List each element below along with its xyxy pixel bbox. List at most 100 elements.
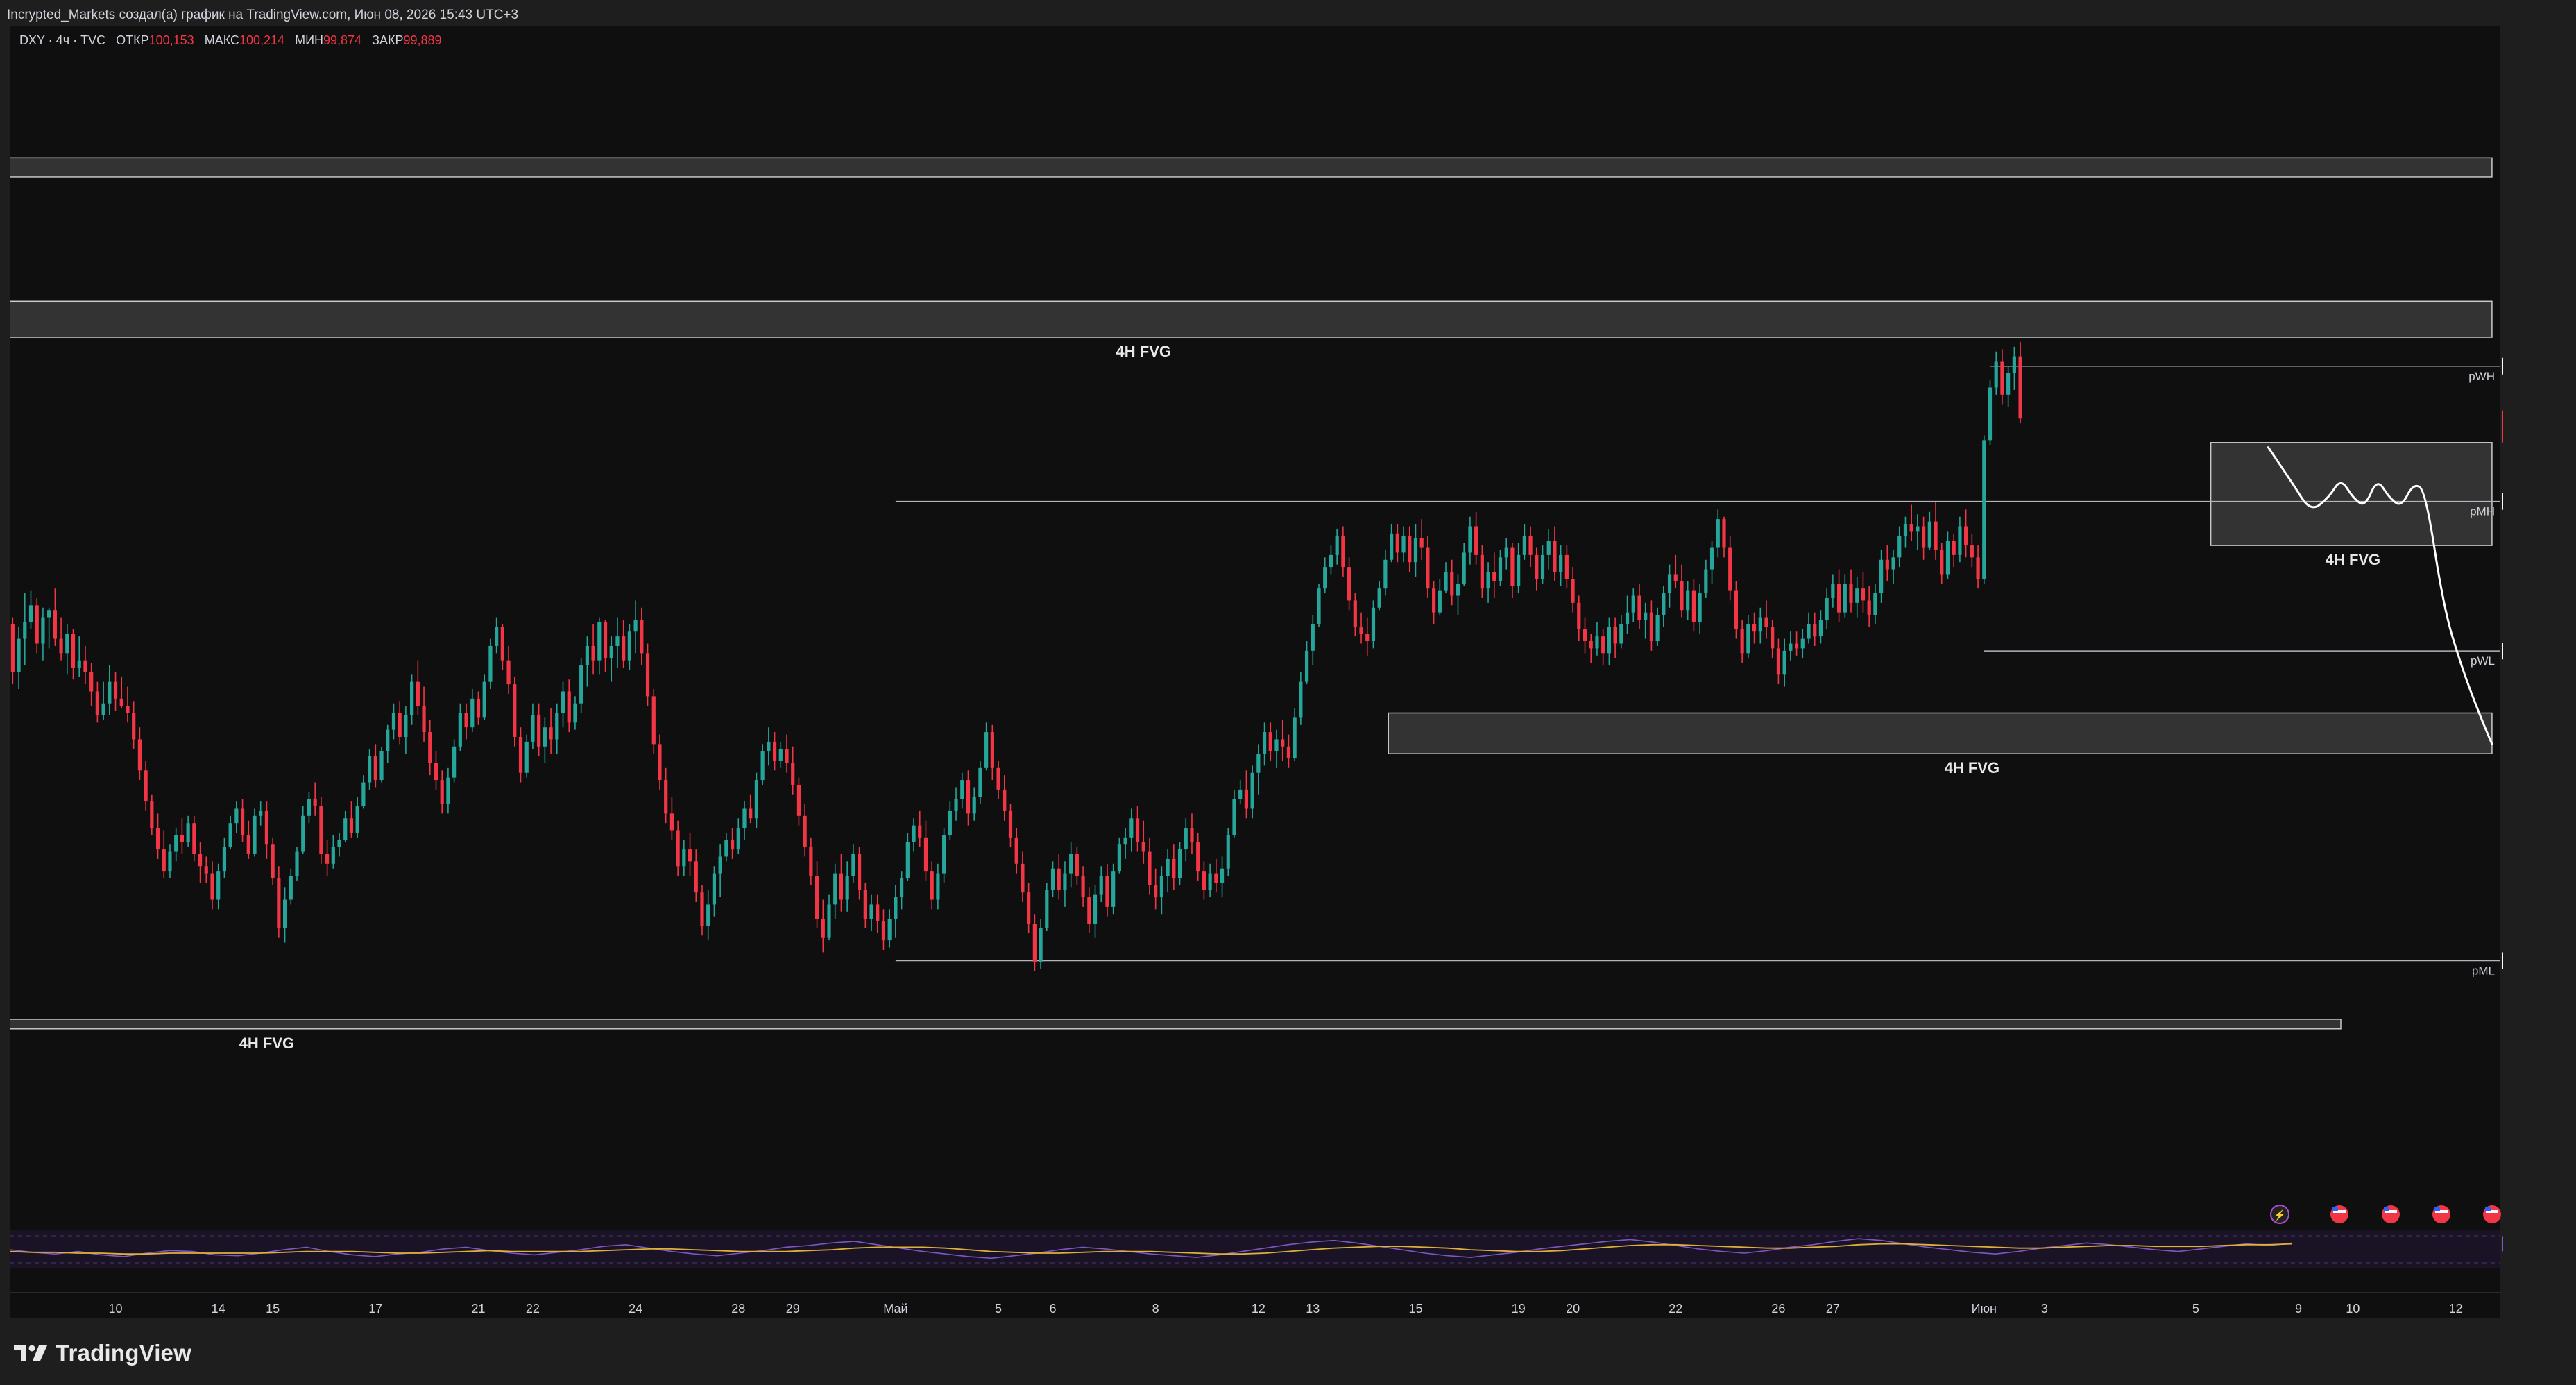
candle [23, 593, 27, 665]
candle [476, 691, 481, 725]
candle-body [894, 897, 898, 919]
candle-body [434, 763, 438, 781]
candle-body [41, 617, 45, 644]
candle [95, 681, 99, 723]
candle-body [978, 767, 982, 797]
candle [845, 861, 849, 912]
time-tick-label: 5 [995, 1302, 1002, 1316]
candle-body [1050, 868, 1055, 890]
candle [368, 749, 372, 790]
candle [1413, 524, 1418, 577]
candle-body [1988, 387, 1993, 441]
candle [537, 703, 541, 756]
close-label: ЗАКР [372, 33, 404, 47]
candle-body [960, 780, 964, 799]
candle [428, 720, 432, 776]
candle [658, 734, 662, 790]
candle-body [1268, 732, 1272, 751]
candle-body [1166, 858, 1170, 876]
candle-body [1704, 569, 1708, 594]
candle-body [1782, 650, 1786, 675]
candle [718, 844, 722, 898]
time-tick-label: Июн [1972, 1302, 1997, 1316]
candle-body [271, 844, 275, 878]
candle [1782, 638, 1786, 687]
candle-body [676, 830, 680, 867]
candle [1359, 612, 1363, 644]
candle-body [1208, 873, 1212, 890]
candle [1885, 545, 1889, 581]
candle-body [724, 840, 728, 857]
candle [549, 708, 553, 754]
candle [1444, 562, 1448, 594]
us-flag-event-icon [2483, 1205, 2501, 1223]
candle [706, 890, 710, 941]
price-chart[interactable]: 4H FVG4H FVG4H FVG4H FVGpWH100,109pMH99,… [10, 26, 2503, 1318]
candle-body [863, 890, 867, 919]
candle-body [1655, 615, 1660, 642]
candle-body [71, 634, 76, 668]
candle [1003, 775, 1007, 821]
candle [1208, 863, 1212, 898]
candle [186, 815, 190, 847]
candle-body [1214, 873, 1218, 883]
candle [984, 722, 989, 771]
candle [730, 828, 735, 859]
candle-body [1401, 536, 1406, 553]
candle-body [1976, 557, 1980, 579]
candle-body [1752, 624, 1757, 632]
candle-body [428, 732, 432, 763]
candle-body [760, 751, 765, 781]
candle-body [1540, 554, 1545, 579]
candle [1293, 708, 1297, 761]
candle [482, 674, 486, 720]
candle-body [210, 873, 214, 900]
candle [246, 820, 250, 859]
candle-body [821, 919, 825, 938]
time-tick-label: 27 [1826, 1302, 1840, 1316]
candle-body [1486, 572, 1490, 589]
candle [627, 624, 631, 670]
candle [1462, 543, 1466, 586]
ohlc-legend: DXY · 4ч · TVC ОТКР100,153 МАКС100,214 М… [19, 33, 442, 48]
candle [1589, 634, 1593, 663]
candle [1916, 514, 1920, 550]
time-tick-label: 28 [731, 1302, 745, 1316]
candle [1468, 516, 1472, 565]
candle [216, 863, 221, 910]
candle [343, 810, 348, 842]
candle-body [1680, 581, 1684, 611]
candle [331, 835, 335, 869]
candle-body [137, 739, 142, 771]
candle-body [410, 681, 414, 715]
candle-body [1419, 538, 1424, 548]
candle-body [1220, 868, 1225, 883]
candle-body [113, 681, 118, 699]
candle-body [1807, 624, 1811, 639]
candle-body [108, 681, 112, 704]
chart-area[interactable]: 4H FVG4H FVG4H FVG4H FVGpWH100,109pMH99,… [10, 26, 2503, 1318]
candle-body [658, 744, 662, 781]
level-price-tag [2502, 493, 2503, 510]
candle-body [1607, 627, 1611, 654]
candle [1148, 837, 1152, 895]
time-tick-label: 21 [471, 1302, 485, 1316]
time-tick-label: 12 [2449, 1302, 2463, 1316]
candle-body [597, 622, 602, 661]
candle [1625, 595, 1630, 634]
candle [1922, 516, 1926, 560]
candle [1716, 509, 1720, 558]
candle-body [1667, 574, 1672, 594]
candle [1014, 828, 1018, 874]
brand[interactable]: TradingView [12, 1339, 191, 1367]
candle-body [591, 645, 595, 661]
fvg-zone [10, 157, 2493, 178]
candle [1855, 576, 1859, 618]
candle-body [1722, 519, 1726, 548]
candle-body [198, 854, 203, 867]
candle-body [1625, 612, 1630, 624]
candle-body [65, 634, 69, 654]
candle [518, 727, 523, 783]
candle [488, 638, 493, 690]
candle-body [1861, 588, 1866, 601]
